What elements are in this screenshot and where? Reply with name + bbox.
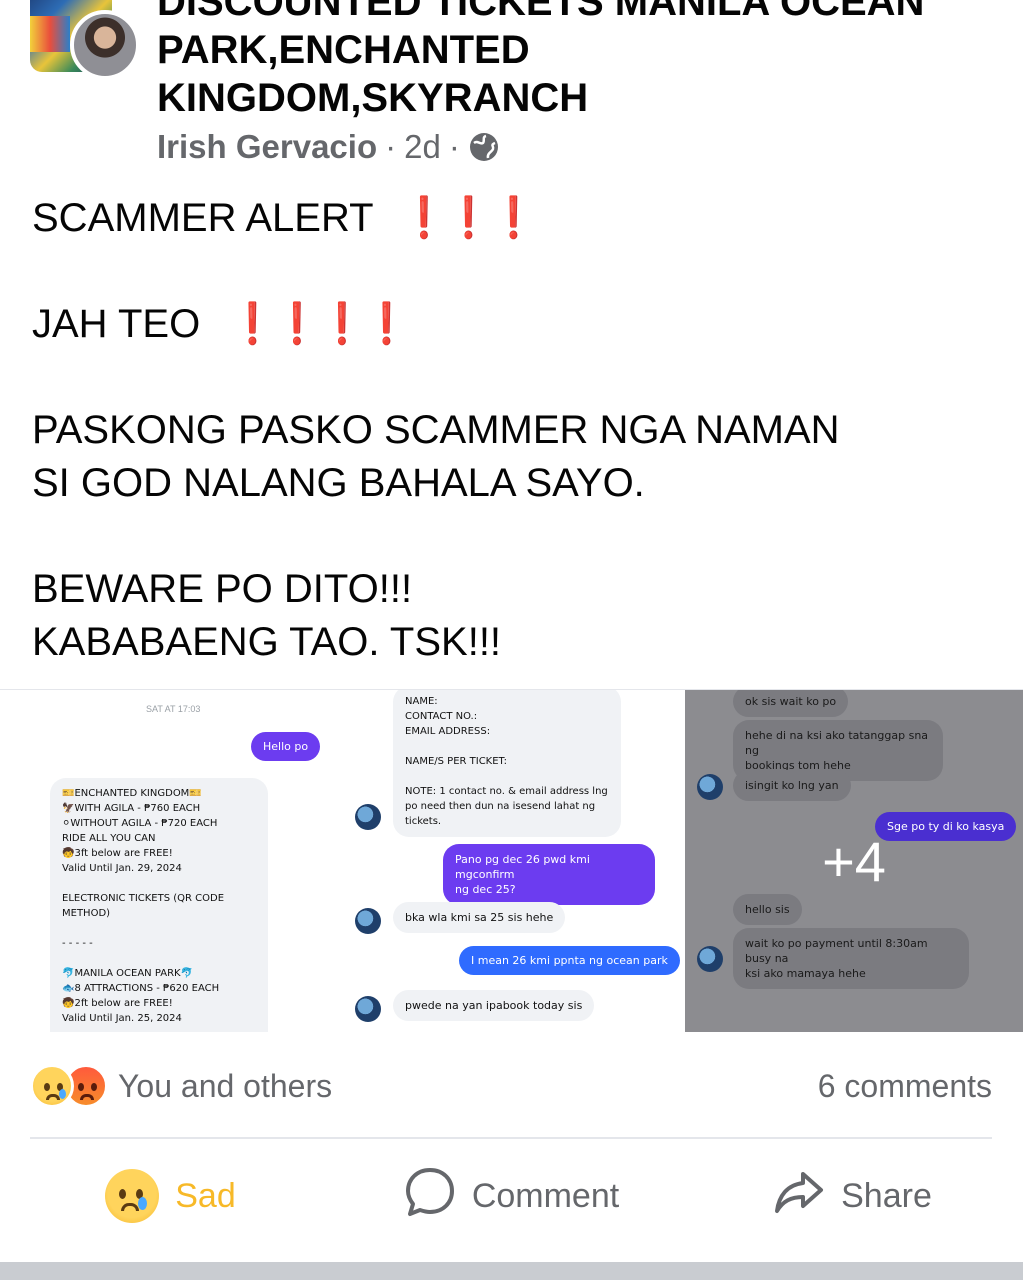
react-button-label: Sad (175, 1176, 236, 1215)
post-line: PASKONG PASKO SCAMMER NGA NAMAN (32, 408, 840, 452)
chat-bubble-sent: Pano pg dec 26 pwd kmi mgconfirm ng dec … (443, 844, 655, 905)
comment-icon (404, 1166, 456, 1227)
sad-emoji-icon (105, 1169, 160, 1223)
globe-icon[interactable] (468, 131, 500, 163)
meta-separator: · (448, 128, 460, 165)
share-button-label: Share (841, 1176, 932, 1215)
post-meta: Irish Gervacio · 2d · (157, 127, 500, 167)
chat-bubble-received: 🎫ENCHANTED KINGDOM🎫 🦅WITH AGILA - ₱760 E… (50, 778, 268, 1032)
chat-bubble-received: bka wla kmi sa 25 sis hehe (393, 902, 566, 933)
post-line: SI GOD NALANG BAHALA SAYO. (32, 461, 645, 505)
photo-thumbnail[interactable]: NAME: CONTACT NO.: EMAIL ADDRESS: NAME/S… (343, 690, 685, 1032)
divider (30, 1137, 992, 1139)
author-avatar[interactable] (70, 10, 140, 80)
reaction-list[interactable]: You and others (30, 1064, 332, 1108)
group-title-line: PARK,ENCHANTED (157, 28, 530, 72)
share-button[interactable]: Share (682, 1160, 1023, 1232)
post-line: BEWARE PO DITO!!! (32, 567, 413, 611)
group-title-line: DISCOUNTED TICKETS MANILA OCEAN (157, 0, 925, 24)
sender-avatar (355, 908, 381, 934)
comment-button[interactable]: Comment (341, 1160, 682, 1232)
more-photos-count: +4 (822, 829, 886, 893)
chat-bubble-sent: Hello po (251, 732, 321, 761)
post-body: SCAMMER ALERT ❗❗❗ JAH TEO ❗❗❗❗ PASKONG PAS… (32, 192, 992, 669)
post-line: SCAMMER ALERT ❗❗❗ (32, 192, 992, 245)
exclamation-emoji: ❗❗❗❗ (230, 302, 410, 346)
chat-bubble-received: pwede na yan ipabook today sis (393, 990, 595, 1021)
author-name[interactable]: Irish Gervacio (157, 127, 377, 167)
group-title[interactable]: DISCOUNTED TICKETS MANILA OCEAN PARK,ENC… (157, 0, 1017, 122)
post-line: JAH TEO ❗❗❗❗ (32, 298, 992, 351)
group-title-line: KINGDOM,SKYRANCH (157, 76, 589, 120)
sad-reaction-icon (30, 1064, 74, 1108)
photo-grid: SAT AT 17:03 Hello po 🎫ENCHANTED KINGDOM… (0, 689, 1023, 1032)
exclamation-emoji: ❗❗❗ (401, 196, 536, 240)
chat-bubble-received: NAME: CONTACT NO.: EMAIL ADDRESS: NAME/S… (393, 690, 621, 837)
post-text: JAH TEO (32, 302, 201, 346)
post-line: KABABAENG TAO. TSK!!! (32, 620, 502, 664)
share-icon (773, 1166, 825, 1227)
chat-bubble-sent: I mean 26 kmi ppnta ng ocean park (459, 946, 680, 975)
post-time[interactable]: 2d (404, 127, 441, 167)
post-text: SCAMMER ALERT (32, 196, 374, 240)
post-header: DISCOUNTED TICKETS MANILA OCEAN PARK,ENC… (0, 0, 1023, 175)
reactions-summary: You and others 6 comments (30, 1060, 992, 1112)
bottom-separator (0, 1262, 1023, 1280)
sender-avatar (355, 804, 381, 830)
photo-thumbnail-more[interactable]: ok sis wait ko po hehe di na ksi ako tat… (685, 690, 1023, 1032)
group-avatar-image (30, 16, 70, 52)
reaction-label: You and others (118, 1067, 333, 1104)
photo-thumbnail[interactable]: SAT AT 17:03 Hello po 🎫ENCHANTED KINGDOM… (0, 690, 343, 1032)
comment-button-label: Comment (471, 1176, 620, 1215)
action-bar: Sad Comment Share (0, 1160, 1023, 1232)
react-button[interactable]: Sad (0, 1160, 341, 1232)
sender-avatar (355, 996, 381, 1022)
chat-timestamp: SAT AT 17:03 (146, 704, 201, 714)
comments-count[interactable]: 6 comments (818, 1068, 992, 1105)
meta-separator: · (385, 128, 397, 165)
